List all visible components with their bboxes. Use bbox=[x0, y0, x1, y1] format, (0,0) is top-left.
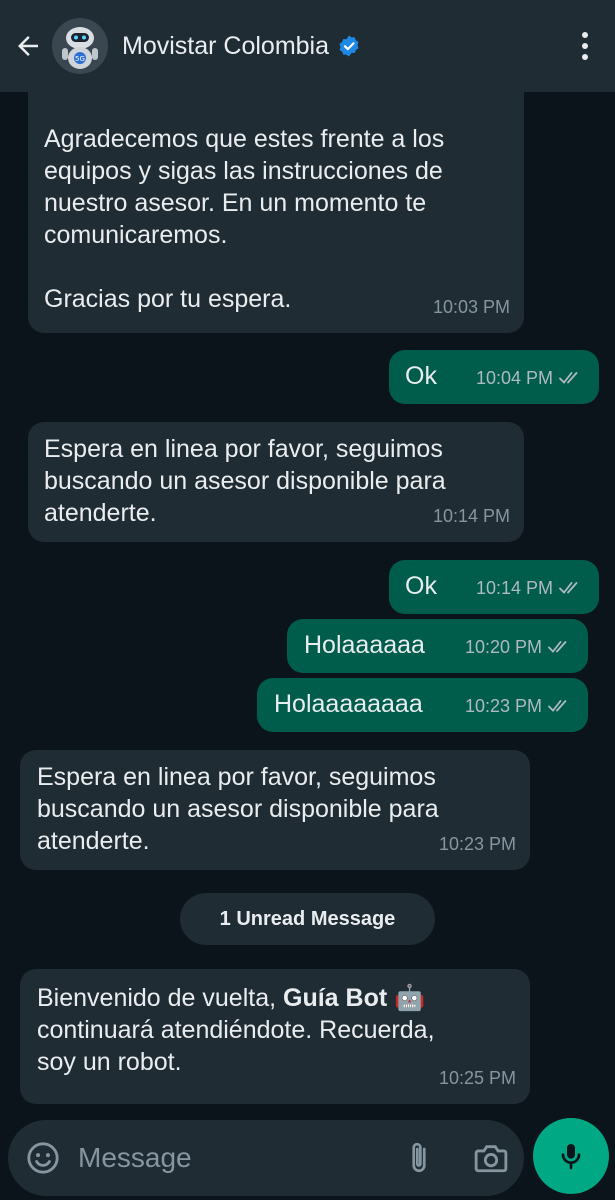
incoming-message[interactable]: Bienvenido de vuelta, Guía Bot 🤖 continu… bbox=[20, 969, 530, 1104]
arrow-left-icon bbox=[18, 36, 38, 56]
incoming-message[interactable]: Espera en linea por favor, seguimos busc… bbox=[28, 422, 524, 542]
svg-text:5G: 5G bbox=[75, 55, 85, 63]
unread-messages-banner: 1 Unread Message bbox=[180, 893, 435, 945]
message-time: 10:23 PM bbox=[438, 834, 516, 854]
more-vert-icon bbox=[582, 32, 588, 38]
read-receipt-icon bbox=[548, 641, 567, 653]
message-text-part: Bienvenido de vuelta, bbox=[37, 984, 284, 1012]
message-text-part: continuará atendiéndote. Recuerda, soy u… bbox=[37, 1016, 435, 1076]
contact-name[interactable]: Movistar Colombia bbox=[122, 32, 329, 61]
voice-record-button[interactable] bbox=[533, 1118, 609, 1194]
message-input[interactable]: Message bbox=[78, 1142, 192, 1174]
back-button[interactable] bbox=[6, 24, 50, 68]
message-time: 10:14 PM bbox=[432, 506, 510, 526]
message-time: 10:23 PM bbox=[464, 696, 542, 716]
read-receipt-icon bbox=[548, 700, 567, 712]
verified-badge-icon bbox=[339, 35, 359, 57]
incoming-message[interactable]: Agradecemos que estes frente a los equip… bbox=[28, 92, 524, 333]
message-time: 10:14 PM bbox=[475, 578, 553, 598]
chat-header: 5G Movistar Colombia bbox=[0, 0, 615, 92]
incoming-message[interactable]: Espera en linea por favor, seguimos busc… bbox=[20, 750, 530, 870]
outgoing-message[interactable]: Holaaaaaaaa 10:23 PM bbox=[257, 678, 588, 732]
message-text: Ok bbox=[405, 362, 437, 390]
camera-icon[interactable] bbox=[474, 1142, 508, 1174]
message-text: Agradecemos que estes frente a los equip… bbox=[44, 125, 445, 313]
mic-icon bbox=[561, 1144, 581, 1170]
more-options-button[interactable] bbox=[573, 28, 597, 64]
composer-bar: Message bbox=[0, 1108, 615, 1200]
message-time: 10:25 PM bbox=[438, 1068, 516, 1088]
outgoing-message[interactable]: Ok 10:04 PM bbox=[389, 350, 599, 404]
message-composer[interactable]: Message bbox=[8, 1120, 524, 1196]
message-text: Ok bbox=[405, 572, 437, 600]
message-time: 10:03 PM bbox=[432, 297, 510, 317]
robot-emoji-icon: 🤖 bbox=[394, 984, 426, 1012]
outgoing-message[interactable]: Ok 10:14 PM bbox=[389, 560, 599, 614]
paperclip-icon[interactable] bbox=[406, 1140, 432, 1176]
contact-avatar[interactable]: 5G bbox=[52, 18, 108, 74]
message-text: Holaaaaaa bbox=[304, 631, 425, 659]
bot-name: Guía Bot bbox=[283, 984, 388, 1012]
message-text: Holaaaaaaaa bbox=[274, 690, 423, 718]
message-time: 10:20 PM bbox=[464, 637, 542, 657]
message-time: 10:04 PM bbox=[475, 368, 553, 388]
outgoing-message[interactable]: Holaaaaaa 10:20 PM bbox=[287, 619, 588, 673]
robot-avatar-icon: 5G bbox=[52, 18, 108, 74]
emoji-icon[interactable] bbox=[26, 1141, 60, 1175]
message-list[interactable]: Agradecemos que estes frente a los equip… bbox=[0, 92, 615, 1108]
read-receipt-icon bbox=[559, 582, 578, 594]
read-receipt-icon bbox=[559, 372, 578, 384]
